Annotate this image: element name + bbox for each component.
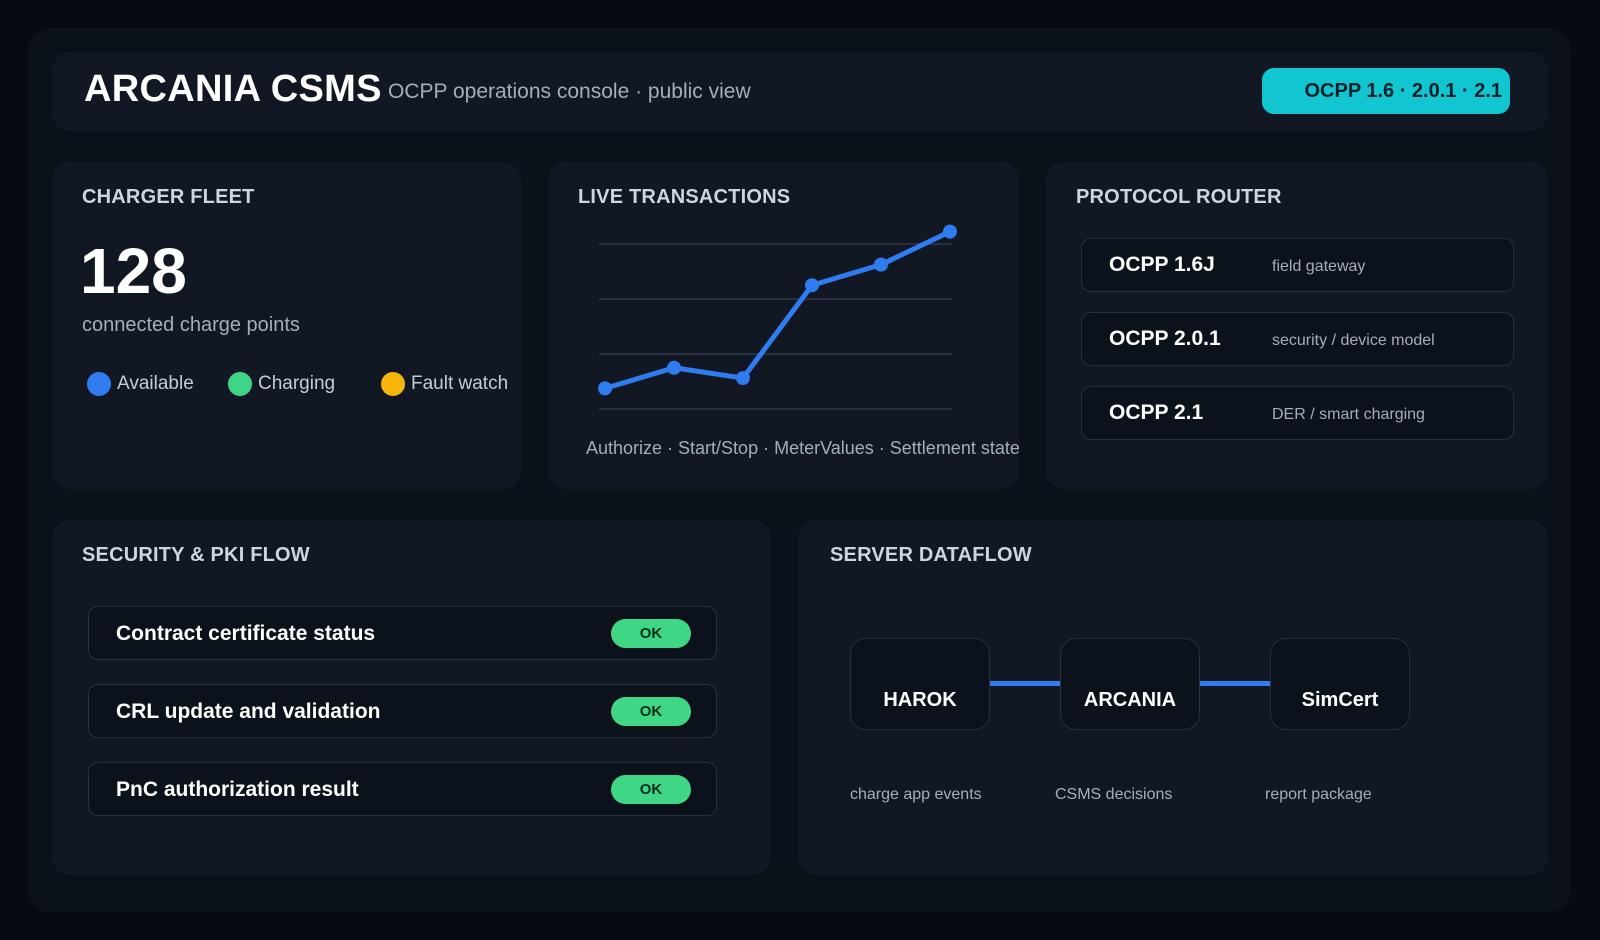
charging-dot-icon [228, 372, 252, 396]
connected-count: 128 [80, 235, 187, 307]
fault-watch-dot-icon [381, 372, 405, 396]
page-subtitle: OCPP operations console · public view [388, 80, 751, 103]
data-point [736, 371, 750, 386]
router-protocol-desc: security / device model [1272, 332, 1435, 349]
available-dot-icon [87, 372, 111, 396]
dataflow-connector [1198, 681, 1270, 686]
router-protocol-name: OCPP 2.0.1 [1109, 327, 1221, 350]
node-caption: report package [1265, 786, 1372, 803]
series-line [602, 229, 953, 391]
security-check-label: PnC authorization result [116, 778, 359, 801]
legend-label: Charging [258, 373, 336, 394]
protocol-version-badge: OCPP 1.6 · 2.0.1 · 2.1 [1262, 68, 1510, 114]
data-point [943, 224, 957, 239]
data-point [805, 278, 819, 293]
live-transactions-panel: LIVE TRANSACTIONS Authorize · Start/Stop… [548, 162, 1020, 489]
router-row-ocpp-21[interactable]: OCPP 2.1 DER / smart charging [1081, 386, 1514, 440]
data-point [874, 257, 888, 272]
node-caption: CSMS decisions [1055, 786, 1173, 803]
node-label: HAROK [883, 689, 957, 711]
router-row-ocpp-16j[interactable]: OCPP 1.6J field gateway [1081, 238, 1514, 292]
dataflow-node-simcert[interactable]: SimCert [1270, 638, 1410, 730]
status-badge: OK [611, 619, 691, 648]
security-row-contract-cert[interactable]: Contract certificate status OK [88, 606, 717, 660]
dataflow-node-harok[interactable]: HAROK [850, 638, 990, 730]
legend-label: Available [117, 373, 194, 394]
legend-charging: Charging [228, 372, 335, 396]
node-label: SimCert [1301, 689, 1379, 711]
router-row-ocpp-201[interactable]: OCPP 2.0.1 security / device model [1081, 312, 1514, 366]
status-badge: OK [611, 775, 691, 804]
panel-title: SERVER DATAFLOW [830, 544, 1032, 566]
header-bar: ARCANIA CSMS OCPP operations console · p… [52, 52, 1548, 131]
legend-label: Fault watch [411, 373, 509, 394]
node-caption: charge app events [850, 786, 982, 803]
panel-title: PROTOCOL ROUTER [1076, 186, 1282, 208]
security-row-crl-update[interactable]: CRL update and validation OK [88, 684, 717, 738]
router-protocol-name: OCPP 1.6J [1109, 253, 1215, 276]
data-point [667, 360, 681, 375]
charger-fleet-panel: CHARGER FLEET 128 connected charge point… [52, 162, 521, 489]
transactions-line-chart [598, 224, 957, 410]
panel-title: CHARGER FLEET [82, 186, 255, 208]
chart-caption: Authorize · Start/Stop · MeterValues · S… [586, 438, 1020, 458]
node-label: ARCANIA [1083, 689, 1177, 711]
security-check-label: Contract certificate status [116, 622, 376, 645]
dataflow-node-arcania[interactable]: ARCANIA [1060, 638, 1200, 730]
security-row-pnc-auth[interactable]: PnC authorization result OK [88, 762, 717, 816]
status-badge: OK [611, 697, 691, 726]
panel-title: SECURITY & PKI FLOW [82, 544, 310, 566]
legend-fault-watch: Fault watch [381, 372, 508, 396]
server-dataflow-panel: SERVER DATAFLOW HAROK ARCANIA SimCert ch… [798, 520, 1548, 875]
router-protocol-desc: DER / smart charging [1272, 406, 1425, 423]
protocol-router-panel: PROTOCOL ROUTER OCPP 1.6J field gateway … [1046, 162, 1548, 489]
security-pki-panel: SECURITY & PKI FLOW Contract certificate… [52, 520, 771, 875]
router-protocol-desc: field gateway [1272, 258, 1366, 275]
security-check-label: CRL update and validation [116, 700, 381, 723]
dataflow-connector [988, 681, 1060, 686]
router-protocol-name: OCPP 2.1 [1109, 401, 1204, 424]
data-point [598, 381, 612, 396]
legend-available: Available [87, 372, 194, 396]
brand-title: ARCANIA CSMS [84, 68, 382, 110]
connected-caption: connected charge points [82, 314, 300, 336]
